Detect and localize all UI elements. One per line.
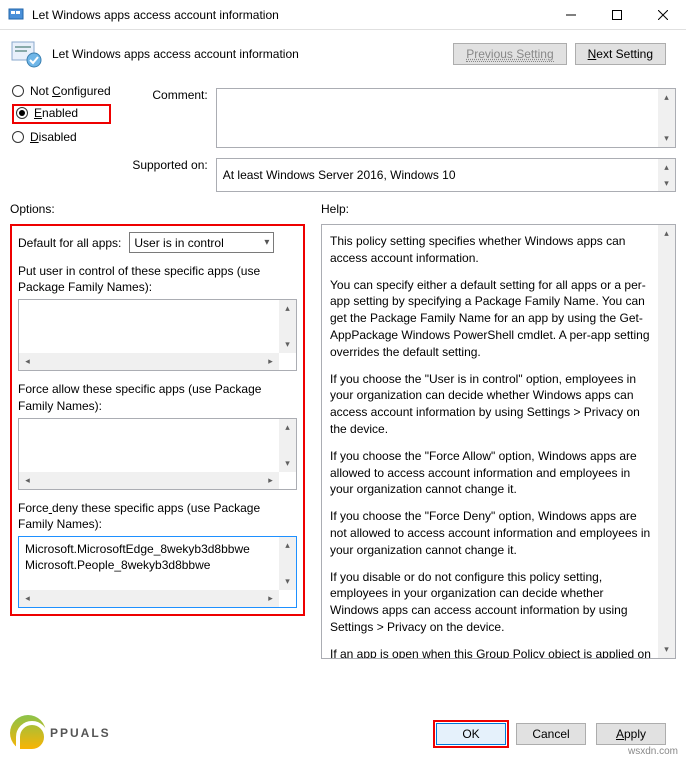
- put-user-listbox[interactable]: ▴▾ ◂▸: [18, 299, 297, 371]
- radio-circle-icon: [12, 85, 24, 97]
- apply-button[interactable]: Apply: [596, 723, 666, 745]
- help-textbox: This policy setting specifies whether Wi…: [321, 224, 676, 659]
- radio-label: Not Configured: [30, 84, 111, 98]
- radio-label: Disabled: [30, 130, 77, 144]
- scroll-down-icon[interactable]: ▾: [658, 641, 675, 658]
- radio-circle-icon: [16, 107, 28, 119]
- default-for-all-label: Default for all apps:: [18, 236, 121, 250]
- watermark-site: wsxdn.com: [628, 746, 678, 757]
- supported-on-label: Supported on:: [131, 158, 216, 172]
- scroll-up-icon[interactable]: ▴: [658, 159, 675, 175]
- previous-setting-button[interactable]: Previous Setting: [453, 43, 566, 65]
- scrollbar-horizontal[interactable]: ◂▸: [19, 472, 279, 489]
- scroll-down-icon[interactable]: ▾: [658, 130, 675, 147]
- minimize-button[interactable]: [548, 0, 594, 29]
- window-title: Let Windows apps access account informat…: [32, 8, 548, 22]
- window-controls: [548, 0, 686, 29]
- scroll-up-icon[interactable]: ▴: [658, 89, 675, 106]
- options-header: Options:: [10, 202, 305, 216]
- cancel-button[interactable]: Cancel: [516, 723, 586, 745]
- scrollbar-horizontal[interactable]: ◂▸: [19, 353, 279, 370]
- state-radio-group: Not Configured Enabled Disabled: [10, 84, 111, 144]
- nav-buttons: Previous Setting Next Setting: [453, 43, 666, 65]
- ok-button[interactable]: OK: [436, 723, 506, 745]
- scrollbar-vertical[interactable]: ▴▾: [279, 537, 296, 590]
- radio-disabled[interactable]: Disabled: [12, 130, 111, 144]
- titlebar: Let Windows apps access account informat…: [0, 0, 686, 30]
- scrollbar-vertical[interactable]: ▴ ▾: [658, 89, 675, 147]
- appuals-icon: [10, 715, 46, 751]
- put-user-label: Put user in control of these specific ap…: [18, 263, 297, 295]
- policy-title: Let Windows apps access account informat…: [52, 47, 453, 61]
- radio-circle-icon: [12, 131, 24, 143]
- force-deny-label: Force deny these specific apps (use Pack…: [18, 500, 297, 532]
- help-header: Help:: [321, 202, 676, 216]
- force-allow-label: Force allow these specific apps (use Pac…: [18, 381, 297, 413]
- maximize-button[interactable]: [594, 0, 640, 29]
- comment-textbox[interactable]: ▴ ▾: [216, 88, 676, 148]
- radio-label: Enabled: [34, 106, 78, 120]
- supported-on-textbox: At least Windows Server 2016, Windows 10…: [216, 158, 676, 192]
- scroll-down-icon[interactable]: ▾: [658, 175, 675, 191]
- scrollbar-vertical[interactable]: ▴▾: [279, 300, 296, 353]
- comment-label: Comment:: [131, 88, 216, 102]
- default-for-all-select[interactable]: User is in control ▾: [129, 232, 274, 253]
- policy-header: Let Windows apps access account informat…: [0, 30, 686, 78]
- force-allow-listbox[interactable]: ▴▾ ◂▸: [18, 418, 297, 490]
- force-deny-listbox[interactable]: Microsoft.MicrosoftEdge_8wekyb3d8bbwe Mi…: [18, 536, 297, 608]
- dialog-footer: OK Cancel Apply: [436, 723, 666, 745]
- watermark-logo: PPUALS: [10, 715, 111, 751]
- scrollbar-vertical[interactable]: ▴ ▾: [658, 225, 675, 658]
- next-setting-button[interactable]: Next Setting: [575, 43, 666, 65]
- policy-icon: [10, 38, 42, 70]
- scrollbar-vertical[interactable]: ▴ ▾: [658, 159, 675, 191]
- scrollbar-vertical[interactable]: ▴▾: [279, 419, 296, 472]
- options-panel: Default for all apps: User is in control…: [10, 224, 305, 616]
- scroll-up-icon[interactable]: ▴: [658, 225, 675, 242]
- chevron-down-icon: ▾: [264, 237, 269, 248]
- radio-enabled[interactable]: Enabled: [12, 104, 111, 124]
- scrollbar-horizontal[interactable]: ◂▸: [19, 590, 279, 607]
- window-icon: [8, 7, 24, 23]
- close-button[interactable]: [640, 0, 686, 29]
- radio-not-configured[interactable]: Not Configured: [12, 84, 111, 98]
